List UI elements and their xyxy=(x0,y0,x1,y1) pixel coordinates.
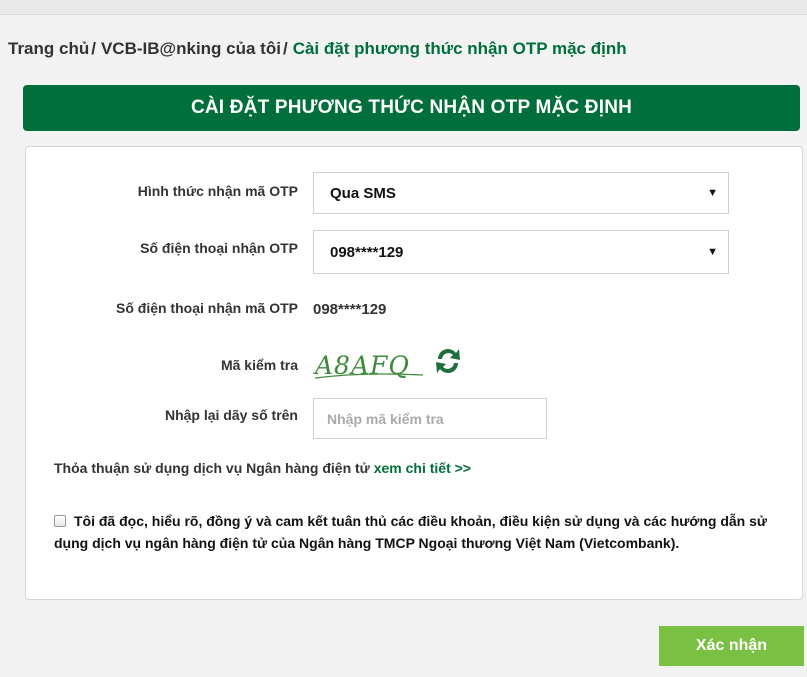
agreement-text: Thỏa thuận sử dụng dịch vụ Ngân hàng điệ… xyxy=(54,460,374,476)
captcha-label: Mã kiểm tra xyxy=(220,357,298,373)
breadcrumb-current: Cài đặt phương thức nhận OTP mặc định xyxy=(292,39,627,58)
dropdown-arrow-icon: ▼ xyxy=(707,246,718,258)
otp-phone-display-label: Số điện thoại nhận mã OTP xyxy=(115,300,298,316)
captcha-input-label: Nhập lại dãy số trên xyxy=(164,407,298,423)
breadcrumb-my-banking[interactable]: VCB-IB@nking của tôi xyxy=(101,39,281,58)
breadcrumb-separator: / xyxy=(91,39,96,58)
captcha-input[interactable] xyxy=(313,398,547,439)
otp-phone-select[interactable]: 098****129 ▼ xyxy=(313,230,729,274)
dropdown-arrow-icon: ▼ xyxy=(707,187,718,199)
captcha-image: A8AFQ xyxy=(313,351,424,380)
otp-method-value: Qua SMS xyxy=(330,184,396,202)
agreement-line: Thỏa thuận sử dụng dịch vụ Ngân hàng điệ… xyxy=(54,460,471,476)
top-band xyxy=(0,0,807,15)
breadcrumb-home[interactable]: Trang chủ xyxy=(8,39,89,58)
otp-method-label: Hình thức nhận mã OTP xyxy=(137,183,298,199)
captcha-code: A8AFQ xyxy=(313,351,410,380)
breadcrumb: Trang chủ / VCB-IB@nking của tôi / Cài đặt p… xyxy=(8,39,627,59)
otp-phone-display-value: 098****129 xyxy=(313,301,387,318)
confirm-button[interactable]: Xác nhận xyxy=(659,626,804,666)
agreement-details-link[interactable]: xem chi tiết >> xyxy=(374,460,471,476)
otp-phone-value: 098****129 xyxy=(330,243,404,261)
breadcrumb-separator: / xyxy=(282,39,288,58)
terms-text: Tôi đã đọc, hiểu rõ, đồng ý và cam kết t… xyxy=(54,513,768,551)
otp-phone-label: Số điện thoại nhận OTP xyxy=(140,240,298,256)
page-title: CÀI ĐẶT PHƯƠNG THỨC NHẬN OTP MẶC ĐỊNH xyxy=(23,85,800,131)
terms-checkbox[interactable] xyxy=(54,515,66,527)
otp-method-select[interactable]: Qua SMS ▼ xyxy=(313,172,729,214)
terms-block: Tôi đã đọc, hiểu rõ, đồng ý và cam kết t… xyxy=(54,510,774,554)
refresh-captcha-icon[interactable] xyxy=(432,344,464,378)
